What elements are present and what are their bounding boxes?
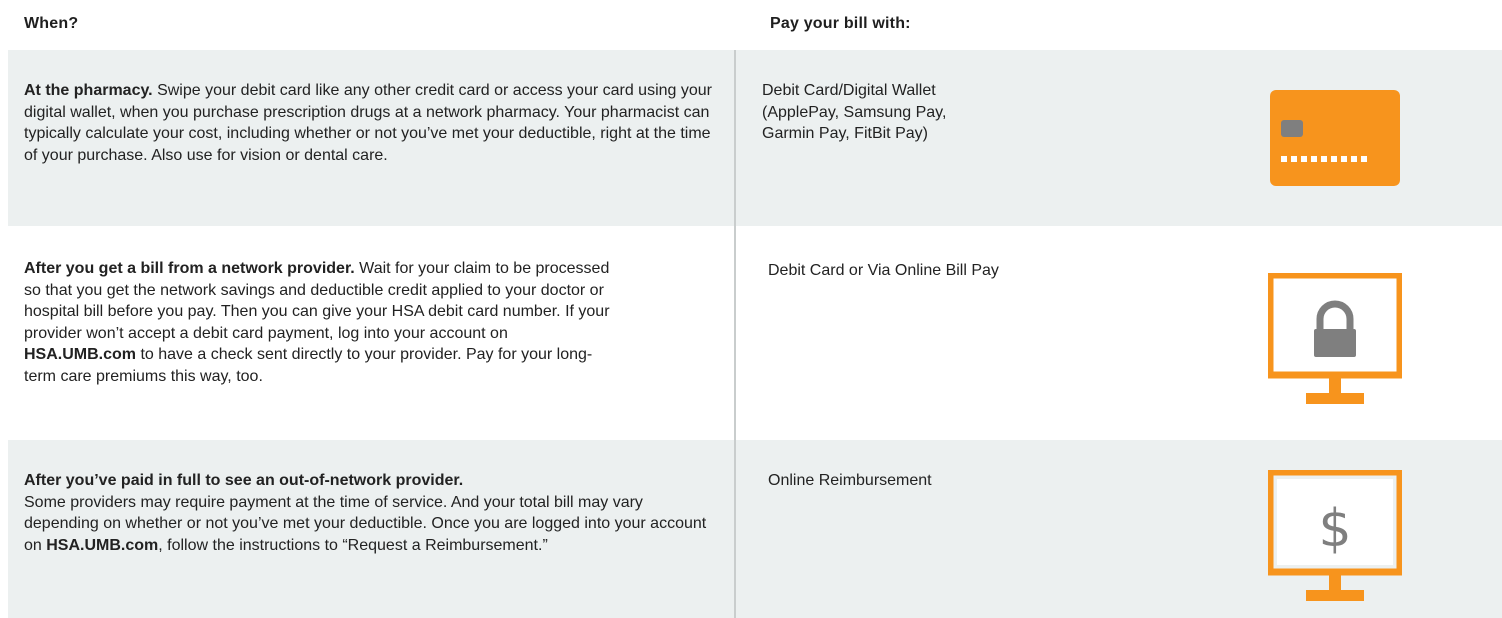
when-column-header: When? [24,15,79,32]
row-title: After you’ve paid in full to see an out-… [24,472,464,489]
monitor-dollar-icon: $ [1266,468,1404,611]
row-title: After you get a bill from a network prov… [24,260,355,277]
payment-method: Online Reimbursement [768,470,932,492]
credit-card-icon [1270,90,1400,191]
table-header: When? Pay your bill with: [0,0,1502,50]
row-description: After you get a bill from a network prov… [24,258,624,387]
column-divider [734,50,736,618]
row-body: , follow the instructions to “Request a … [158,536,548,554]
payment-method: Debit Card/Digital Wallet (ApplePay, Sam… [762,80,946,145]
table-row: After you get a bill from a network prov… [8,226,1502,440]
payment-method-line: Online Reimbursement [768,472,932,489]
table-row: At the pharmacy. Swipe your debit card l… [8,50,1502,226]
payment-method-line: Garmin Pay, FitBit Pay) [762,125,928,142]
website-link[interactable]: HSA.UMB.com [24,346,136,363]
payment-method-line: (ApplePay, Samsung Pay, [762,103,947,121]
dollar-sign-glyph: $ [1318,499,1351,559]
website-link[interactable]: HSA.UMB.com [46,537,158,554]
row-description: After you’ve paid in full to see an out-… [24,470,714,556]
row-title: At the pharmacy. [24,82,153,99]
row-description: At the pharmacy. Swipe your debit card l… [24,80,714,166]
payment-method: Debit Card or Via Online Bill Pay [768,260,999,282]
payment-method-line: Debit Card or Via Online Bill Pay [768,262,999,279]
monitor-lock-icon [1266,271,1404,414]
table-row: After you’ve paid in full to see an out-… [8,440,1502,618]
payment-method-line: Debit Card/Digital Wallet [762,82,936,99]
pay-column-header: Pay your bill with: [770,15,911,32]
